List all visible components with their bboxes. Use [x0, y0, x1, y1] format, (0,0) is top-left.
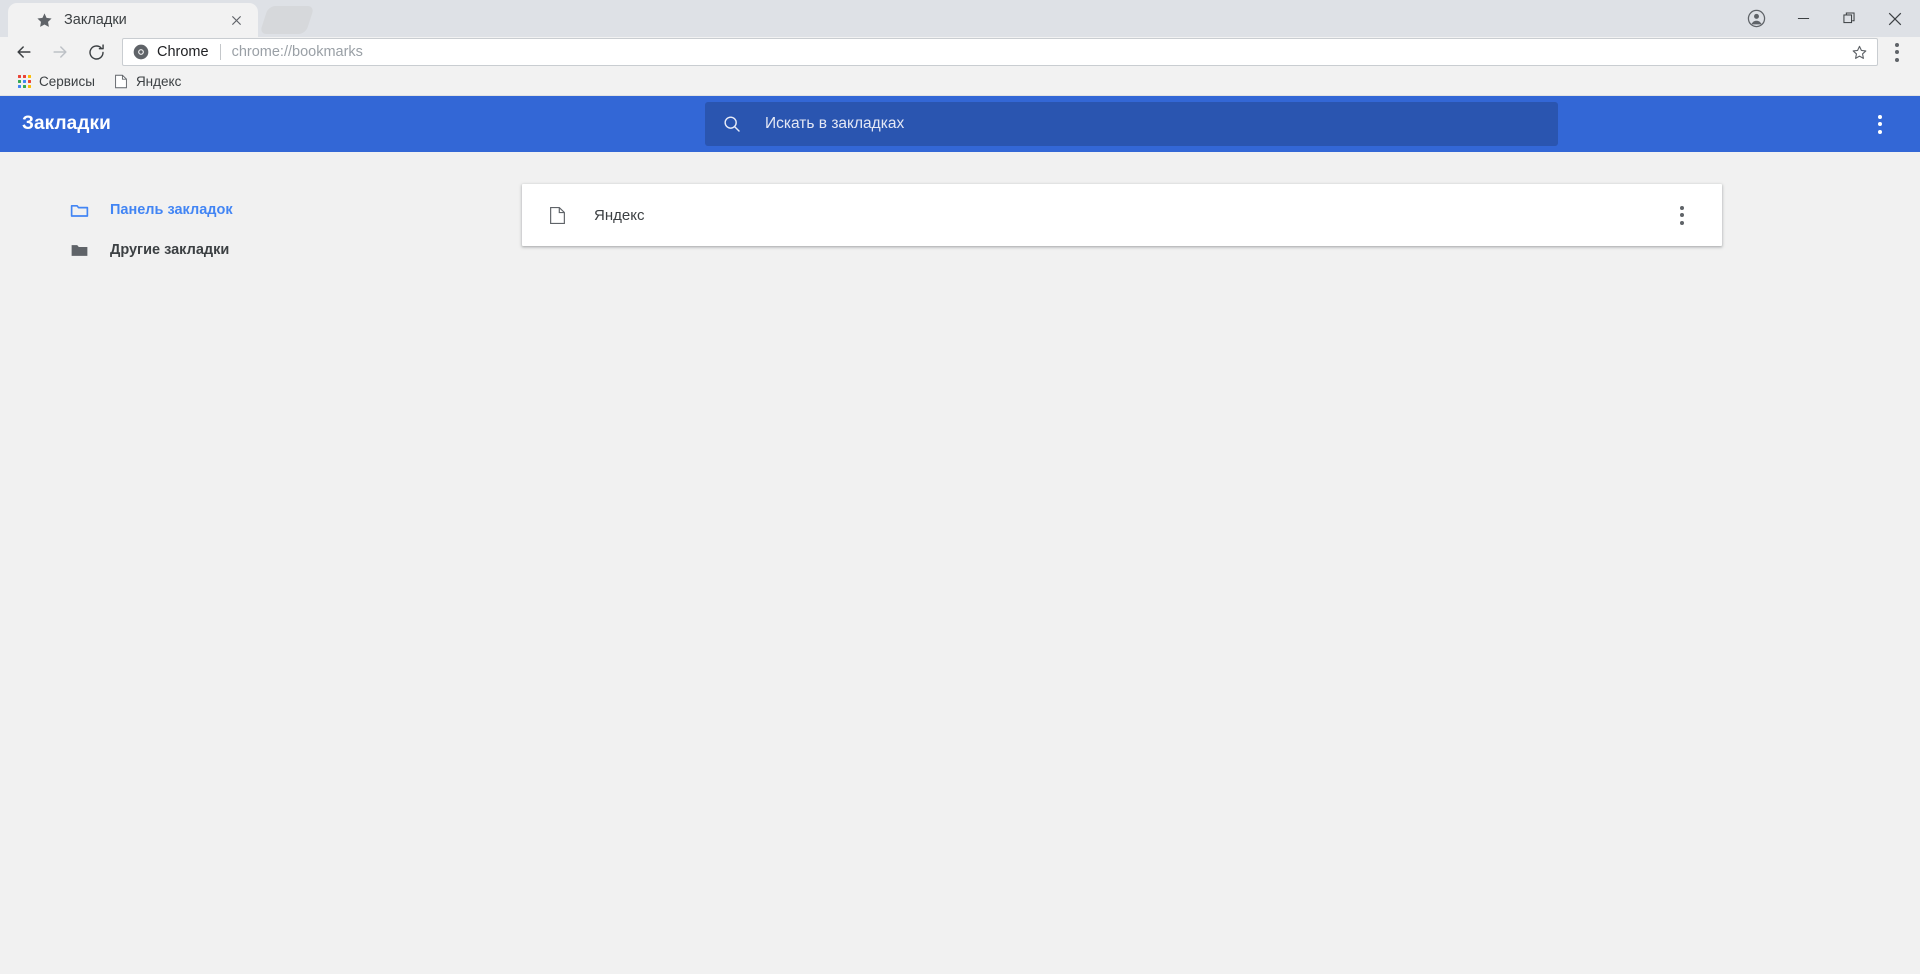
- bookmark-manager-header: Закладки Искать в закладках: [0, 96, 1920, 152]
- bookmarks-bar-item-yandex[interactable]: Яндекс: [105, 70, 189, 93]
- list-item[interactable]: Яндекс: [522, 184, 1722, 246]
- bookmark-star-icon[interactable]: [1847, 40, 1871, 64]
- omnibox-scheme-label: Chrome: [157, 44, 209, 60]
- omnibox-separator: [219, 44, 221, 60]
- back-arrow-icon[interactable]: [6, 37, 42, 67]
- chrome-menu-icon[interactable]: [1882, 37, 1912, 67]
- more-options-icon[interactable]: [1860, 104, 1900, 144]
- more-options-icon[interactable]: [1664, 197, 1700, 233]
- search-input[interactable]: Искать в закладках: [705, 102, 1558, 146]
- tab-strip: Закладки: [0, 0, 1920, 37]
- bookmarks-bar-item-label: Сервисы: [39, 73, 95, 89]
- bookmarks-bar: Сервисы Яндекс: [0, 67, 1920, 96]
- bookmark-list-panel: Яндекс: [522, 152, 1920, 974]
- search-placeholder: Искать в закладках: [765, 115, 905, 132]
- omnibox-scheme-chip: Chrome: [133, 44, 209, 60]
- list-item-menu-dots: [1680, 205, 1684, 225]
- star-icon: [36, 12, 53, 29]
- tab-bookmarks[interactable]: Закладки: [8, 3, 258, 37]
- chrome-logo-icon: [133, 44, 149, 60]
- window-controls: [1732, 0, 1920, 37]
- apps-grid-icon: [16, 73, 32, 89]
- sidebar-item-bookmarks-bar[interactable]: Панель закладок: [0, 190, 522, 230]
- bookmarks-bar-item-services[interactable]: Сервисы: [8, 70, 103, 93]
- search-icon: [721, 113, 743, 135]
- bookmarks-bar-item-label: Яндекс: [135, 73, 182, 89]
- close-window-icon[interactable]: [1872, 0, 1918, 37]
- profile-avatar-icon[interactable]: [1732, 0, 1780, 37]
- close-icon[interactable]: [226, 10, 246, 30]
- sidebar: Панель закладок Другие закладки: [0, 152, 522, 974]
- folder-filled-icon: [68, 239, 90, 261]
- maximize-restore-icon[interactable]: [1826, 0, 1872, 37]
- header-menu-dots: [1878, 114, 1882, 134]
- tab-title: Закладки: [64, 12, 127, 28]
- reload-icon[interactable]: [78, 37, 114, 67]
- sidebar-item-label: Панель закладок: [110, 202, 233, 218]
- address-bar[interactable]: Chrome chrome://bookmarks: [122, 38, 1878, 66]
- page-icon: [113, 73, 129, 89]
- list-item-label: Яндекс: [594, 206, 645, 224]
- new-tab-button[interactable]: [259, 6, 315, 34]
- minimize-icon[interactable]: [1780, 0, 1826, 37]
- sidebar-item-label: Другие закладки: [110, 242, 230, 258]
- bookmark-list-card: Яндекс: [522, 184, 1722, 246]
- omnibox-url-text[interactable]: chrome://bookmarks: [232, 44, 1847, 60]
- page-icon: [546, 204, 568, 226]
- folder-outline-icon: [68, 199, 90, 221]
- browser-toolbar: Chrome chrome://bookmarks: [0, 37, 1920, 67]
- sidebar-item-other-bookmarks[interactable]: Другие закладки: [0, 230, 522, 270]
- chrome-menu-dots: [1895, 42, 1899, 62]
- forward-arrow-icon: [42, 37, 78, 67]
- bookmark-manager-body: Панель закладок Другие закладки Яндекс: [0, 152, 1920, 974]
- page-title: Закладки: [22, 113, 111, 134]
